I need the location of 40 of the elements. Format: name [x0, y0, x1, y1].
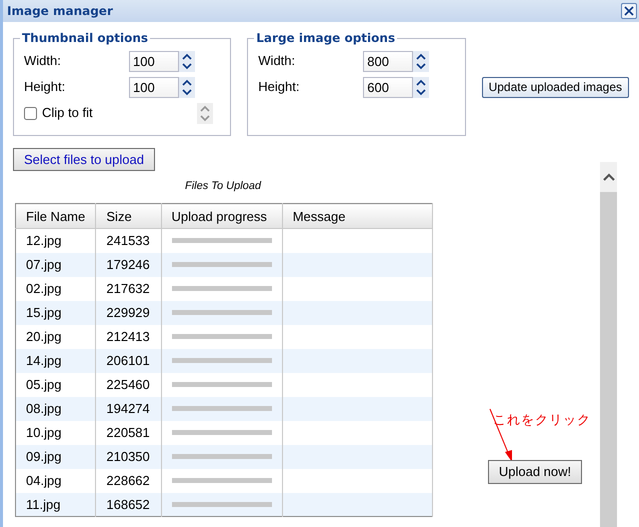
spinner-icon[interactable]: [413, 50, 430, 72]
number-field[interactable]: 100: [129, 50, 179, 72]
column-header[interactable]: Upload progress: [161, 204, 282, 228]
size-cell: 168652: [96, 492, 161, 516]
scroll-up-icon[interactable]: [602, 173, 614, 181]
column-header[interactable]: Message: [282, 204, 432, 228]
spinner-icon[interactable]: [413, 76, 430, 98]
scrollbar[interactable]: [600, 162, 617, 527]
field-label: Width:: [24, 52, 62, 70]
file-name-cell: 14.jpg: [16, 348, 96, 372]
number-field[interactable]: 800: [363, 50, 414, 72]
size-cell: 229929: [96, 300, 161, 324]
spinner-icon[interactable]: [179, 76, 195, 98]
table-caption: Files To Upload: [184, 179, 262, 193]
field-label: Height:: [258, 78, 300, 96]
update-uploaded-images-button[interactable]: Update uploaded images: [482, 77, 629, 98]
panel-legend: Large image options: [254, 32, 398, 44]
column-header[interactable]: File Name: [16, 204, 96, 228]
file-name-cell: 11.jpg: [16, 492, 96, 516]
file-name-cell: 15.jpg: [16, 300, 96, 324]
checkbox[interactable]: [24, 106, 37, 120]
size-cell: 210350: [96, 444, 161, 468]
checkbox-label: Clip to fit: [42, 104, 94, 122]
size-cell: 206101: [96, 348, 161, 372]
size-cell: 194274: [96, 396, 161, 420]
file-name-cell: 07.jpg: [16, 252, 96, 276]
field-label: Width:: [258, 52, 296, 70]
field-label: Height:: [24, 78, 66, 96]
spinner-icon[interactable]: [179, 50, 195, 72]
close-button[interactable]: [621, 3, 637, 19]
upload-now-button[interactable]: Upload now!: [488, 460, 582, 484]
file-name-cell: 08.jpg: [16, 396, 96, 420]
window-title: Image manager: [7, 3, 113, 20]
number-field[interactable]: 100: [129, 76, 179, 98]
file-name-cell: 09.jpg: [16, 444, 96, 468]
size-cell: 179246: [96, 252, 161, 276]
number-field[interactable]: 600: [363, 76, 414, 98]
column-header[interactable]: Size: [96, 204, 161, 228]
panel-legend: Thumbnail options: [20, 32, 150, 44]
select-files-button[interactable]: Select files to upload: [13, 148, 155, 171]
